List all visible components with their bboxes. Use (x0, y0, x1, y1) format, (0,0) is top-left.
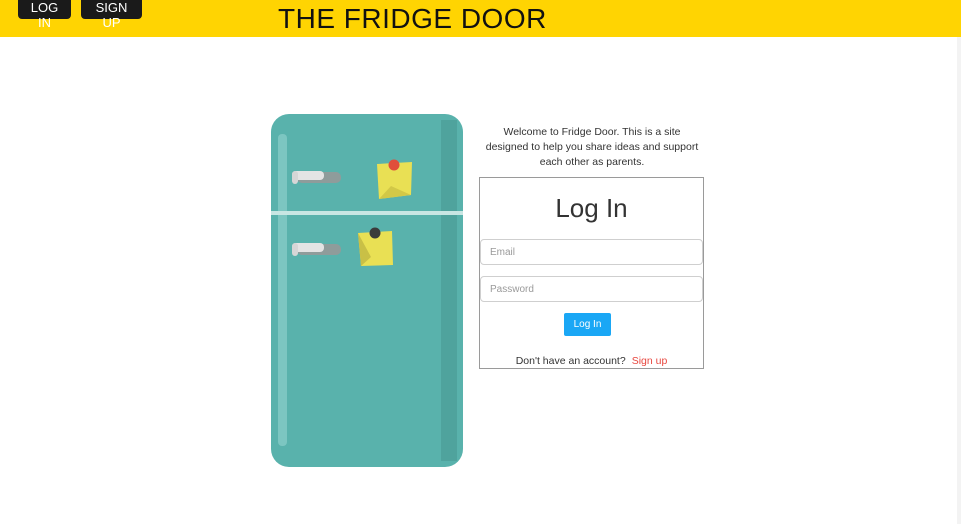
fridge-body (271, 114, 463, 467)
fridge-highlight (278, 134, 287, 446)
fridge-top-handle (292, 171, 341, 184)
site-title: THE FRIDGE DOOR (278, 3, 547, 34)
no-account-text: Don't have an account? (515, 355, 626, 367)
email-field[interactable] (480, 239, 703, 265)
header-signup-button[interactable]: SIGN UP (81, 0, 142, 30)
sticky-note-black-pin (358, 227, 393, 266)
login-submit-button[interactable]: Log In (564, 313, 611, 336)
signup-link[interactable]: Sign up (632, 355, 668, 367)
scrollbar-track[interactable] (957, 37, 961, 524)
header-login-button[interactable]: LOG IN (18, 0, 71, 30)
fridge-door-divider (271, 211, 463, 215)
password-field[interactable] (480, 276, 703, 302)
login-form: Log In Log In Don't have an account? Sign… (479, 177, 704, 369)
top-bar: LOG IN SIGN UP THE FRIDGE DOOR (0, 0, 961, 37)
signup-prompt: Don't have an account? Sign up (480, 355, 703, 367)
fridge-bottom-handle (292, 243, 341, 256)
login-title: Log In (555, 193, 628, 223)
fridge-side-shade (441, 120, 457, 461)
page: LOG IN SIGN UP THE FRIDGE DOOR Welcome t… (0, 0, 961, 524)
welcome-text: Welcome to Fridge Door. This is a site d… (485, 126, 699, 168)
fridge-illustration (271, 114, 463, 467)
sticky-note-red-pin (377, 159, 412, 199)
